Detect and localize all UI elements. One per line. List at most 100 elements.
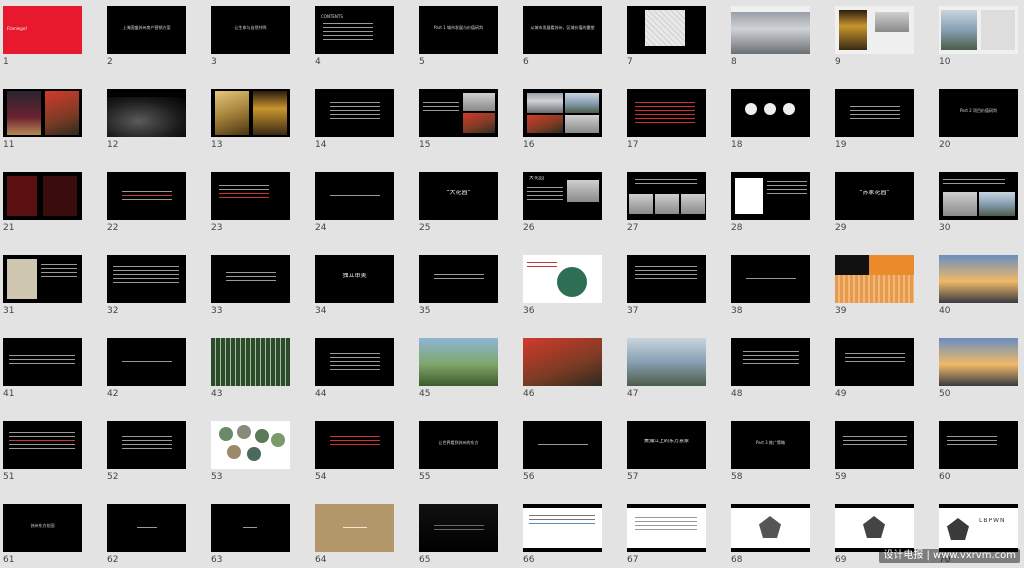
slide-thumbnail[interactable]: 59 [832,415,915,485]
slide-number: 55 [419,472,431,482]
slide-thumbnail[interactable]: 让生命与自然共鸣 3 [208,0,291,70]
slide-thumbnail[interactable]: 43 [208,332,291,402]
slide-thumbnail[interactable]: 39 [832,249,915,319]
slide-thumbnail[interactable]: 54 [312,415,395,485]
slide-number: 12 [107,140,119,150]
slide-thumbnail[interactable]: 50 [936,332,1019,402]
circle-image [227,445,241,459]
slide-thumbnail[interactable]: 上海国盛苏州房产营销方案 2 [104,0,187,70]
slide-thumbnail[interactable]: 48 [728,332,811,402]
slide-thumbnail[interactable]: 51 [0,415,83,485]
slide-text: 让生命与自然共鸣 [234,25,267,30]
circle-icon [764,103,776,115]
slide-text: 让世界看到苏州的东方 [438,440,479,445]
slide-thumbnail[interactable]: 大花园 26 [520,166,603,236]
slide-thumbnail[interactable]: 19 [832,83,915,153]
slide-thumbnail[interactable]: 黄浦江上的东方意象 57 [624,415,707,485]
slide-number: 17 [627,140,639,150]
slide-thumbnail[interactable]: 35 [416,249,499,319]
slide-thumbnail[interactable]: 30 [936,166,1019,236]
slide-thumbnail[interactable]: 65 [416,498,499,568]
slide-thumbnail[interactable]: 13 [208,83,291,153]
slide-number: 6 [523,57,529,67]
slide-thumbnail[interactable]: “苏家花园” 29 [832,166,915,236]
slide-thumbnail[interactable]: 苏州东方花园 61 [0,498,83,568]
circle-icon [745,103,757,115]
slide-thumbnail[interactable]: 36 [520,249,603,319]
slide-thumbnail[interactable]: 8 [728,0,811,70]
slide-text: 上海国盛苏州房产营销方案 [122,25,171,30]
slide-thumbnail[interactable]: 33 [208,249,291,319]
slide-thumbnail[interactable]: 38 [728,249,811,319]
jade-image [557,267,587,297]
slide-number: 58 [731,472,743,482]
slide-thumbnail[interactable]: 27 [624,166,707,236]
photo [629,194,653,214]
slide-thumbnail[interactable]: 28 [728,166,811,236]
pentagon-diagram [759,516,781,538]
slide-thumbnail[interactable]: 10 [936,0,1019,70]
slide-number: 8 [731,57,737,67]
slide-number: 44 [315,389,327,399]
slide-thumbnail[interactable]: 18 [728,83,811,153]
slide-thumbnail[interactable]: 22 [104,166,187,236]
slide-number: 1 [3,57,9,67]
slide-number: 35 [419,306,431,316]
slide-thumbnail[interactable]: “大花园” 25 [416,166,499,236]
slide-thumbnail[interactable]: 9 [832,0,915,70]
slide-thumbnail[interactable]: 68 [728,498,811,568]
slide-number: 30 [939,223,951,233]
slide-thumbnail[interactable]: 独立审美 34 [312,249,395,319]
slide-thumbnail[interactable]: 37 [624,249,707,319]
slide-thumbnail[interactable]: 11 [0,83,83,153]
slide-thumbnail[interactable]: Flamingo! 1 [0,0,83,70]
slide-thumbnail[interactable]: 从城市发展看苏州，区域价值的重塑 6 [520,0,603,70]
slide-thumbnail[interactable]: 44 [312,332,395,402]
slide-thumbnail[interactable]: 47 [624,332,707,402]
slide-thumbnail[interactable]: 56 [520,415,603,485]
slide-thumbnail[interactable]: Part 1 城市发展与价值研判 5 [416,0,499,70]
slide-thumbnail[interactable]: 46 [520,332,603,402]
slide-thumbnail[interactable]: 63 [208,498,291,568]
slide-number: 21 [3,223,15,233]
slide-thumbnail[interactable]: 53 [208,415,291,485]
slide-thumbnail[interactable]: CONTENTS 4 [312,0,395,70]
slide-thumbnail[interactable]: 31 [0,249,83,319]
slide-number: 3 [211,57,217,67]
slide-thumbnail[interactable]: 7 [624,0,707,70]
slide-thumbnail[interactable]: 60 [936,415,1019,485]
slide-thumbnail[interactable]: Part 2 项目价值研判 20 [936,83,1019,153]
slide-text: Part 1 城市发展与价值研判 [434,25,483,30]
slide-thumbnail[interactable]: 64 [312,498,395,568]
slide-thumbnail[interactable]: 49 [832,332,915,402]
slide-thumbnail[interactable]: 23 [208,166,291,236]
slide-thumbnail[interactable]: 45 [416,332,499,402]
slide-thumbnail[interactable]: 52 [104,415,187,485]
slide-thumbnail[interactable]: 32 [104,249,187,319]
photo [681,194,705,214]
slide-thumbnail[interactable]: 让世界看到苏州的东方 55 [416,415,499,485]
slide-thumbnail[interactable]: 14 [312,83,395,153]
slide-number: 9 [835,57,841,67]
slide-number: 65 [419,555,431,565]
slide-thumbnail[interactable]: 66 [520,498,603,568]
slide-thumbnail[interactable]: 67 [624,498,707,568]
slide-thumbnail[interactable]: 42 [104,332,187,402]
slide-thumbnail[interactable]: 12 [104,83,187,153]
slide-number: 61 [3,555,15,565]
slide-thumbnail[interactable]: Part 3 推广策略 58 [728,415,811,485]
slide-number: 50 [939,389,951,399]
slide-number: 56 [523,472,535,482]
slide-thumbnail[interactable]: 62 [104,498,187,568]
slide-thumbnail[interactable]: 24 [312,166,395,236]
slide-thumbnail[interactable]: 21 [0,166,83,236]
text-panel [835,255,869,275]
photo [979,192,1015,216]
slide-number: 19 [835,140,847,150]
slide-thumbnail[interactable]: 17 [624,83,707,153]
slide-thumbnail[interactable]: 41 [0,332,83,402]
skyline-image [731,12,810,54]
slide-thumbnail[interactable]: 40 [936,249,1019,319]
slide-thumbnail[interactable]: 15 [416,83,499,153]
slide-thumbnail[interactable]: 16 [520,83,603,153]
